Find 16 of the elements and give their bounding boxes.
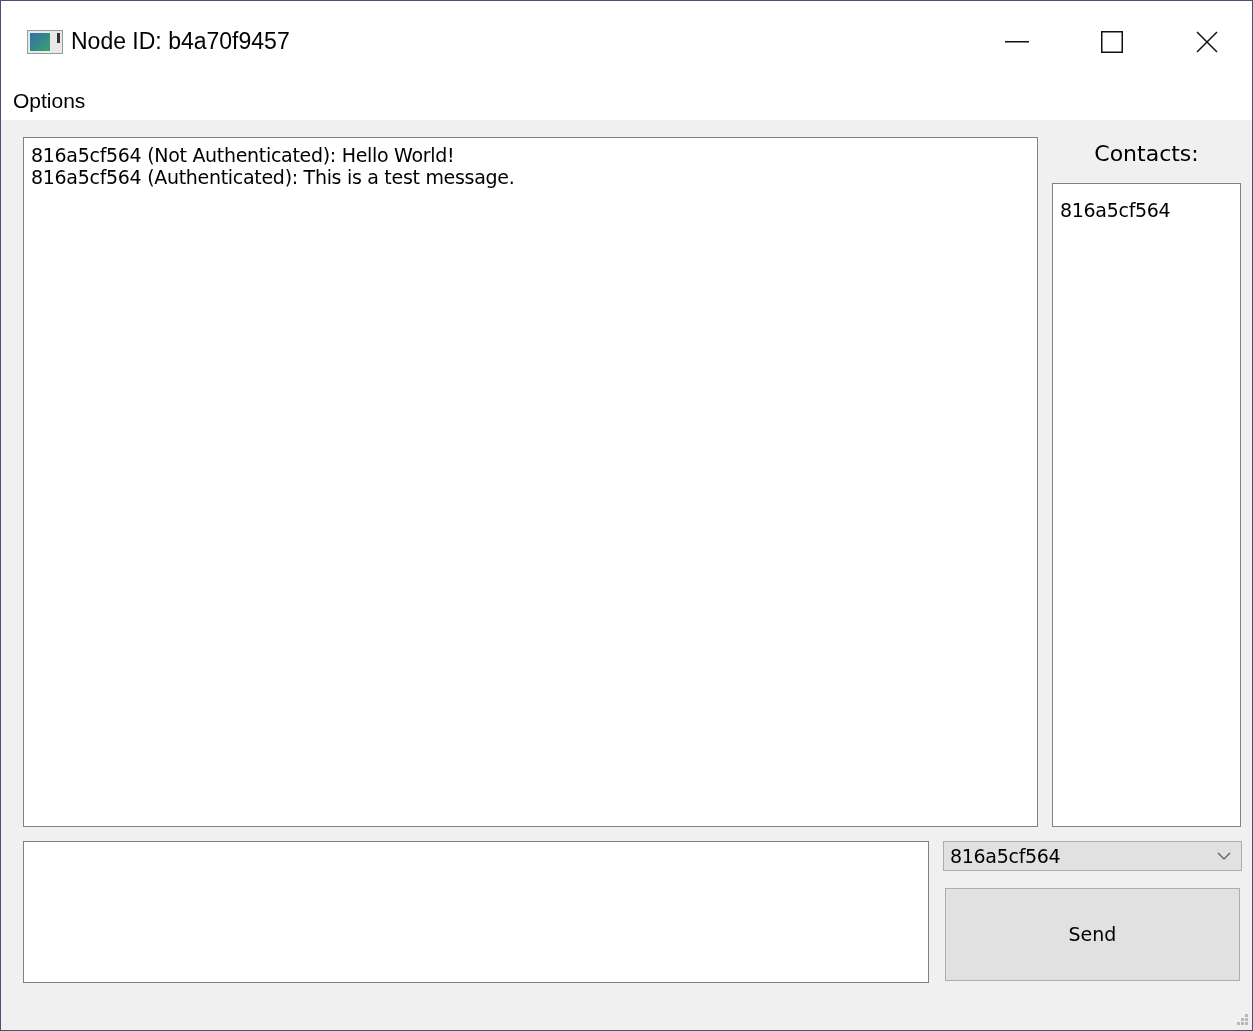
app-icon <box>27 29 63 54</box>
chat-message: 816a5cf564 (Authenticated): This is a test message. <box>31 166 515 188</box>
contact-item[interactable]: 816a5cf564 <box>1059 196 1172 225</box>
contacts-label: Contacts: <box>1093 140 1200 168</box>
message-input[interactable] <box>23 841 929 983</box>
window-title: Node ID: b4a70f9457 <box>71 27 290 57</box>
contacts-list[interactable]: 816a5cf564 <box>1052 183 1241 827</box>
send-button[interactable]: Send <box>945 888 1240 981</box>
recipient-dropdown[interactable]: 816a5cf564 <box>943 841 1242 871</box>
close-icon <box>1196 30 1218 53</box>
resize-grip-icon <box>1236 1014 1248 1026</box>
chevron-down-icon <box>1217 852 1231 860</box>
maximize-icon <box>1101 30 1123 53</box>
minimize-icon <box>1005 40 1029 43</box>
chat-message: 816a5cf564 (Not Authenticated): Hello World! <box>31 144 455 166</box>
menu-item[interactable]: Options <box>11 85 88 117</box>
